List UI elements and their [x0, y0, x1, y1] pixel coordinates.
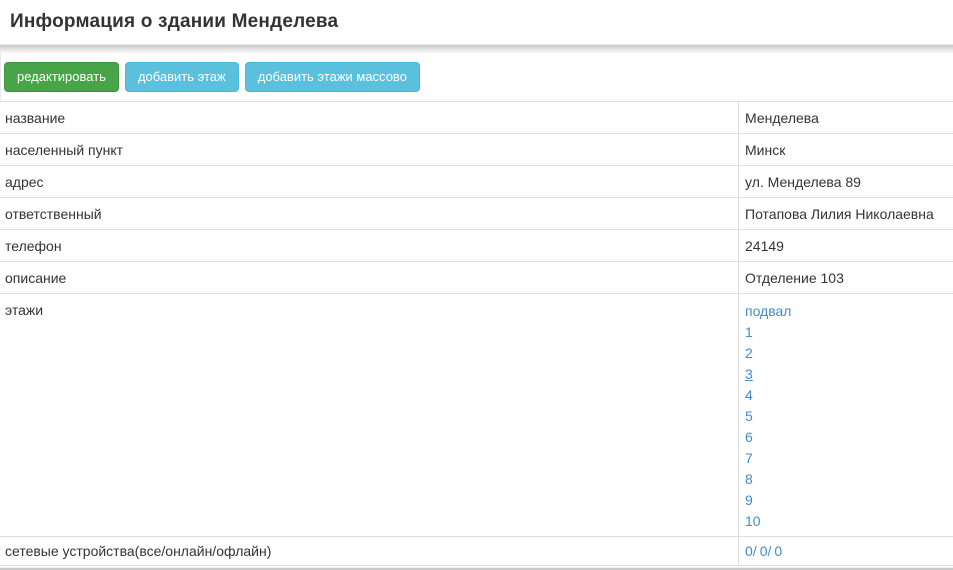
- page-title: Информация о здании Менделева: [10, 11, 338, 33]
- floor-link-3[interactable]: 3: [745, 364, 953, 385]
- row-label: телефон: [0, 230, 738, 261]
- row-label: адрес: [0, 166, 738, 197]
- row-value: Минск: [738, 134, 953, 165]
- building-info-page: Информация о здании Менделева редактиров…: [0, 0, 953, 570]
- row-label: населенный пункт: [0, 134, 738, 165]
- toolbar: редактировать добавить этаж добавить эта…: [0, 53, 953, 101]
- page-header: Информация о здании Менделева: [0, 0, 953, 44]
- row-value: ул. Менделева 89: [738, 166, 953, 197]
- table-row-floors: этажи подвал 1 2 3 4 5 6 7 8 9 10: [0, 293, 953, 536]
- header-divider: [0, 44, 953, 53]
- floor-link-1[interactable]: 1: [745, 322, 953, 343]
- floor-link-10[interactable]: 10: [745, 511, 953, 532]
- row-value: 24149: [738, 230, 953, 261]
- add-floors-bulk-button[interactable]: добавить этажи массово: [245, 62, 420, 92]
- row-label: ответственный: [0, 198, 738, 229]
- row-value: Отделение 103: [738, 262, 953, 293]
- row-label: сетевые устройства(все/онлайн/офлайн): [0, 537, 738, 565]
- floor-link-6[interactable]: 6: [745, 427, 953, 448]
- network-online-link[interactable]: 0/: [760, 543, 772, 559]
- table-row-network-devices: сетевые устройства(все/онлайн/офлайн) 0/…: [0, 536, 953, 565]
- floor-link-7[interactable]: 7: [745, 448, 953, 469]
- floor-link-8[interactable]: 8: [745, 469, 953, 490]
- network-all-link[interactable]: 0/: [745, 543, 757, 559]
- building-info-table: название Менделева населенный пункт Минс…: [0, 101, 953, 566]
- edit-button[interactable]: редактировать: [4, 62, 119, 92]
- table-row-phone: телефон 24149: [0, 229, 953, 261]
- table-row-address: адрес ул. Менделева 89: [0, 165, 953, 197]
- floor-link-5[interactable]: 5: [745, 406, 953, 427]
- table-row-locality: населенный пункт Минск: [0, 133, 953, 165]
- row-label: этажи: [0, 294, 738, 536]
- floors-list: подвал 1 2 3 4 5 6 7 8 9 10: [738, 294, 953, 536]
- network-devices-counts: 0/ 0/ 0: [738, 537, 953, 565]
- network-offline-link[interactable]: 0: [774, 543, 782, 559]
- add-floor-button[interactable]: добавить этаж: [125, 62, 239, 92]
- floor-link-2[interactable]: 2: [745, 343, 953, 364]
- table-row-name: название Менделева: [0, 101, 953, 133]
- row-value: Менделева: [738, 102, 953, 133]
- row-value: Потапова Лилия Николаевна: [738, 198, 953, 229]
- table-row-description: описание Отделение 103: [0, 261, 953, 293]
- floor-link-basement[interactable]: подвал: [745, 301, 953, 322]
- floor-link-9[interactable]: 9: [745, 490, 953, 511]
- row-label: название: [0, 102, 738, 133]
- row-label: описание: [0, 262, 738, 293]
- table-row-responsible: ответственный Потапова Лилия Николаевна: [0, 197, 953, 229]
- floor-link-4[interactable]: 4: [745, 385, 953, 406]
